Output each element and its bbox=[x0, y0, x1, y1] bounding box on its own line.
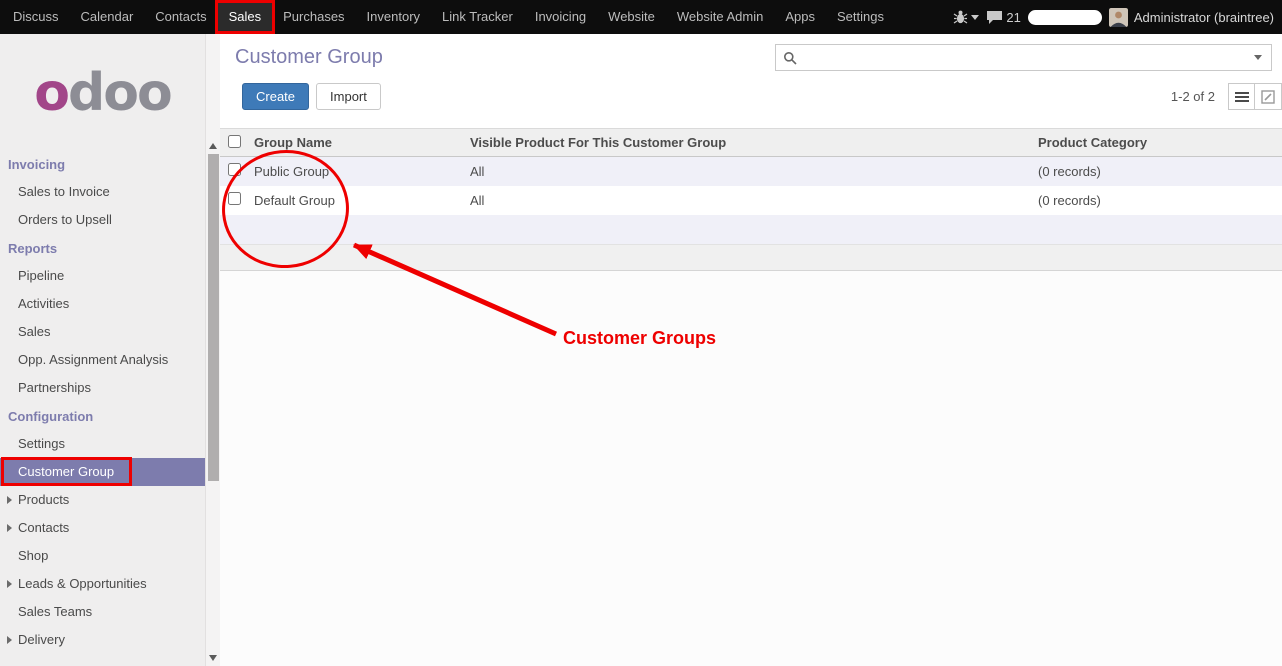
sidebar-item-pipeline[interactable]: Pipeline bbox=[0, 262, 205, 290]
row-checkbox[interactable] bbox=[228, 163, 241, 176]
nav-item-settings[interactable]: Settings bbox=[826, 3, 895, 31]
nav-item-link-tracker[interactable]: Link Tracker bbox=[431, 3, 524, 31]
user-name: Administrator (braintree) bbox=[1134, 10, 1274, 25]
debug-menu-button[interactable] bbox=[953, 10, 979, 24]
sidebar-item-label: Contacts bbox=[18, 520, 69, 535]
bug-icon bbox=[953, 10, 968, 24]
cell-group-name: Public Group bbox=[246, 157, 462, 186]
empty-workspace bbox=[220, 271, 1282, 666]
cell-product-category: (0 records) bbox=[1030, 157, 1282, 186]
sidebar-item-opp-assignment-analysis[interactable]: Opp. Assignment Analysis bbox=[0, 346, 205, 374]
table-row[interactable]: Default Group All (0 records) bbox=[220, 186, 1282, 215]
nav-item-inventory[interactable]: Inventory bbox=[356, 3, 431, 31]
sidebar-item-orders-to-upsell[interactable]: Orders to Upsell bbox=[0, 206, 205, 234]
sidebar-section-reports: Reports bbox=[0, 236, 205, 262]
customer-group-table: Group Name Visible Product For This Cust… bbox=[220, 128, 1282, 244]
sidebar-item-customer-group[interactable]: Customer Group bbox=[0, 458, 205, 486]
sidebar-item-label: Customer Group bbox=[18, 464, 114, 479]
empty-row bbox=[220, 215, 1282, 244]
sidebar-item-label: Delivery bbox=[18, 632, 65, 647]
messages-button[interactable]: 21 bbox=[986, 10, 1020, 25]
column-header-product-category[interactable]: Product Category bbox=[1030, 129, 1282, 157]
sidebar-item-leads-opportunities[interactable]: Leads & Opportunities bbox=[0, 570, 205, 598]
nav-item-purchases[interactable]: Purchases bbox=[272, 3, 355, 31]
cell-product-category: (0 records) bbox=[1030, 186, 1282, 215]
form-view-button[interactable] bbox=[1255, 83, 1282, 110]
pager[interactable]: 1-2 of 2 bbox=[1171, 89, 1215, 104]
nav-item-apps[interactable]: Apps bbox=[774, 3, 826, 31]
column-header-visible-product[interactable]: Visible Product For This Customer Group bbox=[462, 129, 1030, 157]
sidebar-item-sales-to-invoice[interactable]: Sales to Invoice bbox=[0, 178, 205, 206]
nav-item-sales[interactable]: Sales bbox=[218, 3, 273, 31]
nav-item-contacts[interactable]: Contacts bbox=[144, 3, 217, 31]
create-button[interactable]: Create bbox=[242, 83, 309, 110]
sidebar-section-configuration: Configuration bbox=[0, 404, 205, 430]
sidebar-item-label: Leads & Opportunities bbox=[18, 576, 147, 591]
sidebar-item-shop[interactable]: Shop bbox=[0, 542, 205, 570]
chat-bubble-icon bbox=[986, 10, 1003, 25]
topbar-right-cluster: 21 Administrator (braintree) bbox=[953, 8, 1282, 27]
expand-arrow-icon bbox=[7, 636, 12, 644]
logo-letters: doo bbox=[68, 63, 171, 123]
expand-arrow-icon bbox=[7, 524, 12, 532]
control-panel: Customer Group Create Import 1-2 of 2 bbox=[220, 34, 1282, 128]
sidebar-item-settings[interactable]: Settings bbox=[0, 430, 205, 458]
sidebar-scrollbar bbox=[205, 34, 220, 666]
scroll-down-icon[interactable] bbox=[209, 655, 217, 661]
table-header-row: Group Name Visible Product For This Cust… bbox=[220, 129, 1282, 157]
nav-item-calendar[interactable]: Calendar bbox=[70, 3, 145, 31]
sidebar-menu: Invoicing Sales to Invoice Orders to Ups… bbox=[0, 152, 205, 654]
select-all-checkbox[interactable] bbox=[228, 135, 241, 148]
nav-item-invoicing[interactable]: Invoicing bbox=[524, 3, 597, 31]
odoo-logo: odoo bbox=[0, 34, 205, 152]
sidebar-item-sales[interactable]: Sales bbox=[0, 318, 205, 346]
nav-item-website[interactable]: Website bbox=[597, 3, 666, 31]
column-header-group-name[interactable]: Group Name bbox=[246, 129, 462, 157]
search-bar[interactable] bbox=[775, 44, 1272, 71]
messages-count: 21 bbox=[1006, 10, 1020, 25]
sidebar-item-delivery[interactable]: Delivery bbox=[0, 626, 205, 654]
sidebar-item-products[interactable]: Products bbox=[0, 486, 205, 514]
user-menu-button[interactable]: Administrator (braintree) bbox=[1109, 8, 1274, 27]
top-nav-menu: Discuss Calendar Contacts Sales Purchase… bbox=[0, 0, 895, 34]
list-view-button[interactable] bbox=[1228, 83, 1255, 110]
avatar bbox=[1109, 8, 1128, 27]
logo-letter-accent: o bbox=[34, 63, 68, 123]
pager-and-views: 1-2 of 2 bbox=[1171, 83, 1282, 110]
sidebar-item-label: Products bbox=[18, 492, 69, 507]
chevron-down-icon bbox=[971, 15, 979, 20]
expand-arrow-icon bbox=[7, 580, 12, 588]
scrollbar-thumb[interactable] bbox=[208, 154, 219, 481]
sidebar-item-sales-teams[interactable]: Sales Teams bbox=[0, 598, 205, 626]
page-title: Customer Group bbox=[235, 46, 383, 69]
cell-visible-product: All bbox=[462, 157, 1030, 186]
table-row[interactable]: Public Group All (0 records) bbox=[220, 157, 1282, 186]
search-dropdown-icon[interactable] bbox=[1254, 55, 1262, 60]
search-icon bbox=[783, 51, 797, 65]
sidebar-item-activities[interactable]: Activities bbox=[0, 290, 205, 318]
sidebar-item-contacts[interactable]: Contacts bbox=[0, 514, 205, 542]
view-switcher bbox=[1228, 83, 1282, 110]
odoo-app-window: Discuss Calendar Contacts Sales Purchase… bbox=[0, 0, 1282, 666]
sidebar: odoo Invoicing Sales to Invoice Orders t… bbox=[0, 34, 205, 666]
row-checkbox[interactable] bbox=[228, 192, 241, 205]
top-navigation-bar: Discuss Calendar Contacts Sales Purchase… bbox=[0, 0, 1282, 34]
nav-item-website-admin[interactable]: Website Admin bbox=[666, 3, 774, 31]
search-input[interactable] bbox=[797, 45, 1254, 70]
import-button[interactable]: Import bbox=[316, 83, 381, 110]
sidebar-section-invoicing: Invoicing bbox=[0, 152, 205, 178]
sidebar-item-partnerships[interactable]: Partnerships bbox=[0, 374, 205, 402]
action-buttons: Create Import bbox=[242, 83, 381, 110]
nav-item-discuss[interactable]: Discuss bbox=[2, 3, 70, 31]
expand-arrow-icon bbox=[7, 496, 12, 504]
cell-visible-product: All bbox=[462, 186, 1030, 215]
table-footer-strip bbox=[220, 244, 1282, 271]
status-pill bbox=[1028, 10, 1102, 25]
scroll-up-icon[interactable] bbox=[209, 143, 217, 149]
cell-group-name: Default Group bbox=[246, 186, 462, 215]
main-content: Customer Group Create Import 1-2 of 2 bbox=[220, 34, 1282, 666]
